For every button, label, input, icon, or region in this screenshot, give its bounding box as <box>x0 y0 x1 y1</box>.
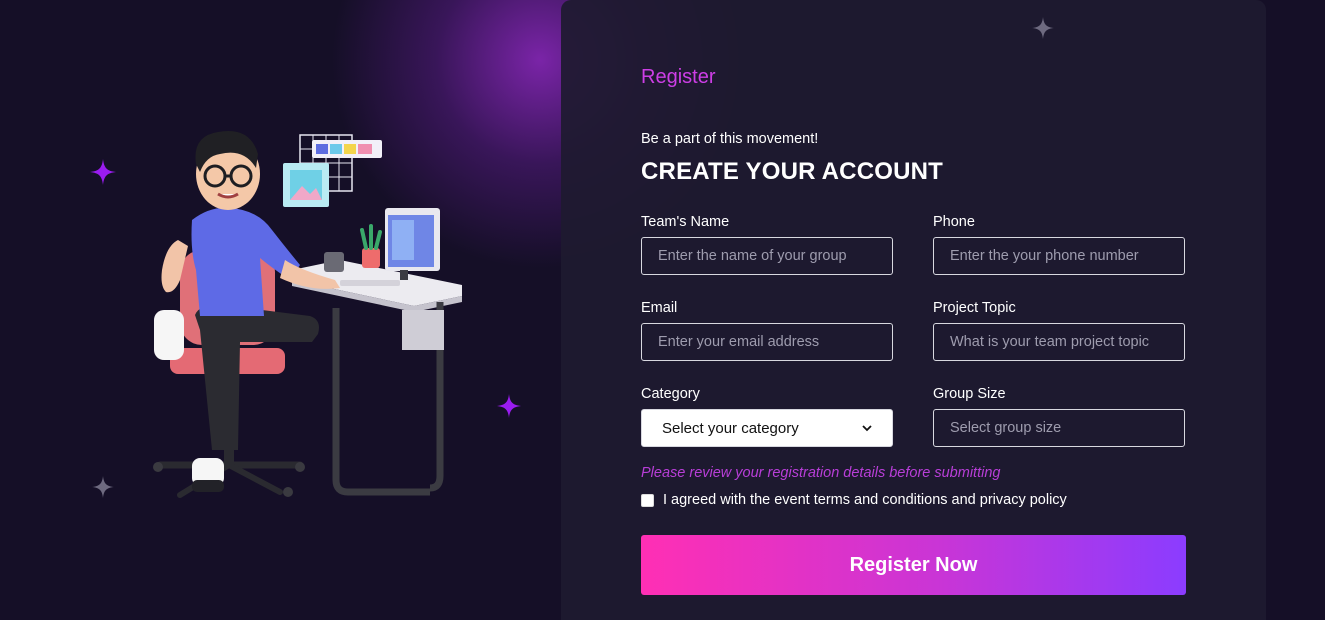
team-name-input[interactable] <box>641 237 893 275</box>
terms-row: I agreed with the event terms and condit… <box>641 492 1067 508</box>
form-subtitle: Be a part of this movement! <box>641 131 819 147</box>
form-headline: CREATE YOUR ACCOUNT <box>641 158 944 185</box>
register-now-button[interactable]: Register Now <box>641 535 1186 595</box>
register-title: Register <box>641 66 716 88</box>
project-topic-label: Project Topic <box>933 300 1016 316</box>
email-input[interactable] <box>641 323 893 361</box>
developer-at-desk-illustration <box>153 130 462 498</box>
sparkle-icon <box>497 394 521 418</box>
chevron-down-icon <box>862 425 872 432</box>
sparkle-icon <box>1032 17 1054 39</box>
phone-label: Phone <box>933 214 975 230</box>
category-selected-value: Select your category <box>662 419 799 437</box>
email-label: Email <box>641 300 678 316</box>
project-topic-input[interactable] <box>933 323 1185 361</box>
category-label: Category <box>641 386 700 402</box>
phone-input[interactable] <box>933 237 1185 275</box>
terms-checkbox[interactable] <box>641 493 654 507</box>
group-size-input[interactable] <box>933 409 1185 447</box>
review-note: Please review your registration details … <box>641 465 1001 481</box>
group-size-label: Group Size <box>933 386 1006 402</box>
team-name-label: Team's Name <box>641 214 730 230</box>
category-select[interactable]: Select your category <box>641 409 893 447</box>
sparkle-icon <box>92 476 114 498</box>
terms-label: I agreed with the event terms and condit… <box>663 492 1067 508</box>
sparkle-icon <box>90 159 116 185</box>
